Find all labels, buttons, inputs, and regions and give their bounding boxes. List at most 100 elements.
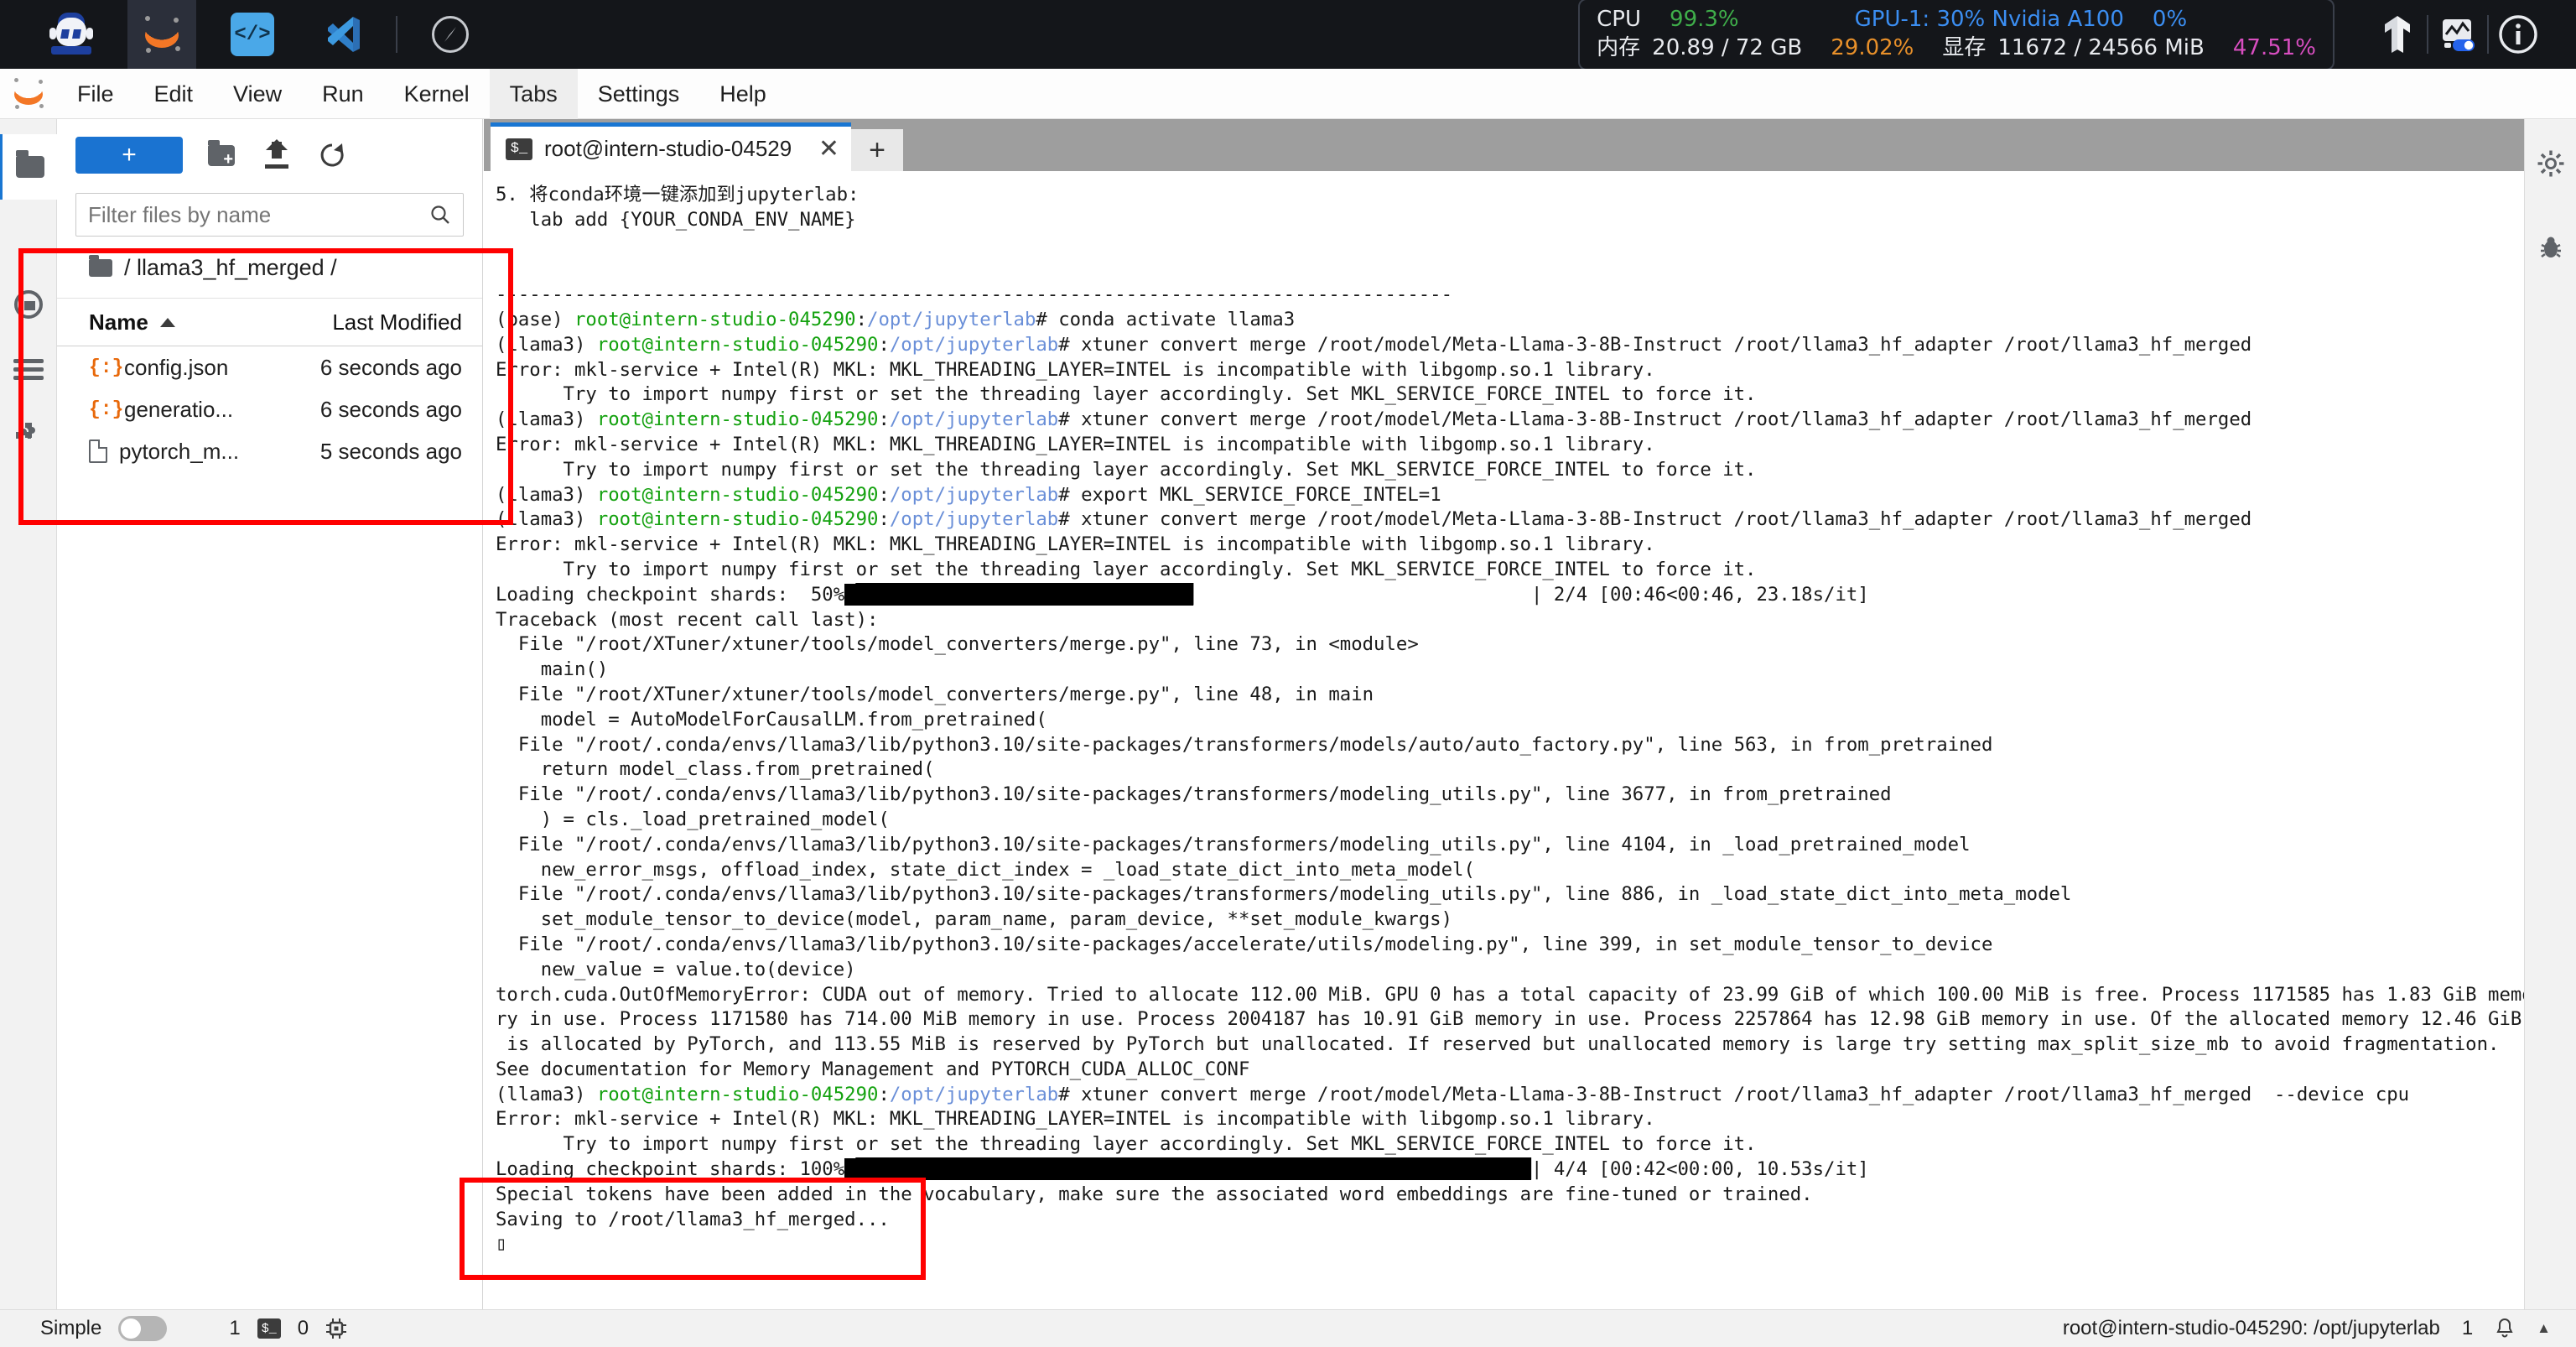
terminal-line: (llama3) root@intern-studio-045290:/opt/… [496,508,2252,531]
bell-icon[interactable] [2495,1318,2515,1339]
terminal-line: (llama3) root@intern-studio-045290:/opt/… [496,333,2252,356]
close-icon[interactable]: ✕ [818,136,839,162]
file-modified: 6 seconds ago [319,396,462,422]
menu-view[interactable]: View [213,69,302,119]
terminal-line: torch.cuda.OutOfMemoryError: CUDA out of… [496,983,2533,1006]
table-row[interactable]: {:} config.json 6 seconds ago [57,346,482,388]
terminal-line: ry in use. Process 1171580 has 714.00 Mi… [496,1008,2522,1031]
vram-percent: 47.51% [2232,35,2316,60]
terminal-line: File "/root/.conda/envs/llama3/lib/pytho… [496,833,1971,856]
table-row[interactable]: pytorch_m... 5 seconds ago [57,430,482,472]
dashboard-button[interactable] [2428,0,2487,69]
menu-tabs[interactable]: Tabs [489,68,578,119]
sidebar-item-toc[interactable] [0,337,57,403]
refresh-button[interactable] [315,138,349,172]
sidebar-item-extensions[interactable] [0,403,57,468]
terminal-icon: $_ [506,138,532,160]
tensorboard-button[interactable] [2368,0,2427,69]
terminal-line: is allocated by PyTorch, and 113.55 MiB … [496,1033,2500,1056]
json-file-icon: {:} [89,356,124,378]
upload-button[interactable] [260,138,293,172]
filter-files-field[interactable] [75,193,464,237]
upload-icon [264,139,289,169]
notification-count: 1 [2461,1317,2474,1339]
status-bar: Simple 1 $_ 0 root@intern-studio-045290:… [0,1309,2576,1347]
gear-icon [2537,150,2564,177]
gpu-label: GPU-1: 30% Nvidia A100 [1854,6,2124,32]
terminal-line: Error: mkl-service + Intel(R) MKL: MKL_T… [496,533,1655,556]
simple-mode-toggle[interactable] [118,1316,168,1341]
terminal-line: Loading checkpoint shards: 100%|████████… [496,1158,1869,1181]
menu-file[interactable]: File [57,69,134,119]
terminal-line: File "/root/.conda/envs/llama3/lib/pytho… [496,733,1993,756]
vram-value: 11672 / 24566 MiB [1997,35,2205,60]
bug-icon [2541,237,2561,258]
puzzle-icon [16,423,35,439]
gpu-util: 0% [2152,6,2188,32]
terminal-line: Loading checkpoint shards: 50%|█████████… [496,583,1869,606]
tab-terminal[interactable]: $_ root@intern-studio-04529 ✕ [491,122,851,171]
file-modified: 6 seconds ago [319,354,462,380]
breadcrumb-folder-icon [89,255,112,277]
app-jupyter[interactable] [127,0,196,69]
terminal-output[interactable]: 5. 将conda环境一键添加到jupyterlab: lab add {YOU… [484,183,2576,1298]
column-header-last-modified[interactable]: Last Modified [282,309,482,335]
resource-stats-panel: CPU 99.3% GPU-1: 30% Nvidia A100 0% 内存 2… [1578,0,2334,71]
column-name-label: Name [89,309,148,335]
file-browser-panel: + / llama3_hf_merged / Name [57,119,483,1309]
terminal-line: set_module_tensor_to_device(model, param… [496,908,1453,931]
json-file-icon: {:} [89,398,124,420]
menu-run[interactable]: Run [302,69,384,119]
kernel-count: 0 [297,1317,309,1339]
terminal-line: main() [496,658,609,681]
menu-settings[interactable]: Settings [578,69,700,119]
new-folder-button[interactable] [205,138,238,172]
file-name: generatio... [124,396,234,422]
menu-bar: File Edit View Run Kernel Tabs Settings … [0,68,2576,119]
terminal-line: Error: mkl-service + Intel(R) MKL: MKL_T… [496,1108,1655,1131]
terminal-panel[interactable]: 5. 将conda环境一键添加到jupyterlab: lab add {YOU… [484,171,2576,1309]
menu-kernel[interactable]: Kernel [384,69,490,119]
app-vscode[interactable] [309,0,377,69]
file-name: pytorch_m... [119,438,240,464]
sidebar-item-file-browser[interactable] [0,134,57,200]
app-intern-studio-logo[interactable] [37,0,106,69]
tab-bar: $_ root@intern-studio-04529 ✕ + [484,119,2576,171]
info-button[interactable] [2489,0,2547,69]
vram-label: 显存 [1942,35,1987,60]
column-header-name[interactable]: Name [89,309,282,335]
terminal-line: Error: mkl-service + Intel(R) MKL: MKL_T… [496,433,1655,455]
file-list-header: Name Last Modified [57,298,482,346]
lines-icon [13,359,44,381]
terminal-line: return model_class.from_pretrained( [496,758,935,781]
sidebar-item-running[interactable] [0,272,57,337]
debugger-button[interactable] [2525,215,2576,280]
mem-label: 内存 [1597,35,1641,60]
terminal-line: (llama3) root@intern-studio-045290:/opt/… [496,408,2252,431]
terminal-line: File "/root/.conda/envs/llama3/lib/pytho… [496,933,1993,955]
property-inspector-button[interactable] [2525,131,2576,196]
chevron-down-icon[interactable]: ▲ [2537,1320,2551,1337]
terminal-icon: $_ [257,1318,281,1339]
new-tab-button[interactable]: + [851,129,903,171]
table-row[interactable]: {:} generatio... 6 seconds ago [57,388,482,430]
terminal-line: Error: mkl-service + Intel(R) MKL: MKL_T… [496,358,1655,381]
breadcrumb[interactable]: / llama3_hf_merged / [57,237,482,298]
sort-ascending-icon [159,317,175,327]
menu-help[interactable]: Help [699,69,787,119]
info-icon [2499,15,2537,54]
app-code-server[interactable]: </> [218,0,287,69]
app-compass[interactable] [416,0,485,69]
current-path: root@intern-studio-045290: /opt/jupyterl… [2062,1317,2440,1339]
terminal-line: Traceback (most recent call last): [496,608,879,631]
search-icon [431,205,449,224]
menu-edit[interactable]: Edit [134,69,214,119]
terminal-line: Try to import numpy first or set the thr… [496,383,1757,406]
terminal-count: 1 [229,1317,241,1339]
search-input[interactable] [88,201,429,228]
file-name: config.json [124,354,229,380]
new-launcher-button[interactable]: + [75,137,183,174]
terminal-line: Try to import numpy first or set the thr… [496,458,1757,481]
file-modified: 5 seconds ago [319,438,462,464]
mem-value: 20.89 / 72 GB [1652,35,1803,60]
